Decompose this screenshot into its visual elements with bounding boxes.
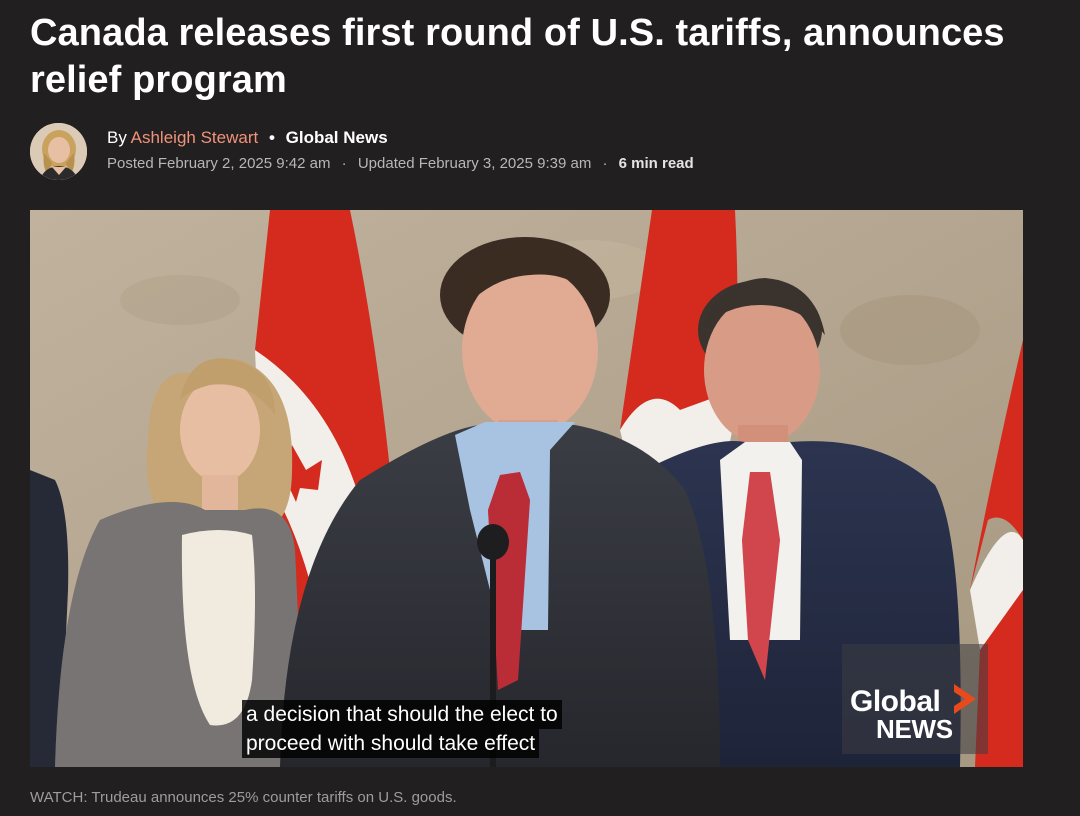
logo-chevron-icon <box>954 684 976 714</box>
author-avatar-image <box>30 123 87 180</box>
author-link[interactable]: Ashleigh Stewart <box>131 128 259 147</box>
read-time-separator: · <box>602 155 608 172</box>
subtitle-line-1: a decision that should the elect to <box>242 700 562 729</box>
posted-date: Posted February 2, 2025 9:42 am <box>107 155 331 172</box>
video-caption: WATCH: Trudeau announces 25% counter tar… <box>30 789 457 806</box>
article-page: Canada releases first round of U.S. tari… <box>0 0 1080 816</box>
byline-dates-line: Posted February 2, 2025 9:42 am · Update… <box>107 154 694 174</box>
updated-date: Updated February 3, 2025 9:39 am <box>357 155 592 172</box>
logo-news-text: NEWS <box>876 714 953 744</box>
outlet-link[interactable]: Global News <box>286 128 388 147</box>
video-subtitles: a decision that should the elect to proc… <box>242 700 562 758</box>
subtitle-line-2: proceed with should take effect <box>242 729 540 758</box>
read-time: 6 min read <box>618 155 694 172</box>
video-player[interactable]: a decision that should the elect to proc… <box>30 210 1023 767</box>
author-avatar[interactable] <box>30 123 87 180</box>
date-separator: · <box>341 155 347 172</box>
byline-separator: • <box>268 128 275 147</box>
article-byline: By Ashleigh Stewart • Global News Posted… <box>30 122 1030 182</box>
article-headline: Canada releases first round of U.S. tari… <box>30 12 1005 101</box>
byline-author-line: By Ashleigh Stewart • Global News <box>107 127 388 149</box>
byline-by-label: By <box>107 128 127 147</box>
global-news-logo: Global NEWS <box>842 644 988 754</box>
